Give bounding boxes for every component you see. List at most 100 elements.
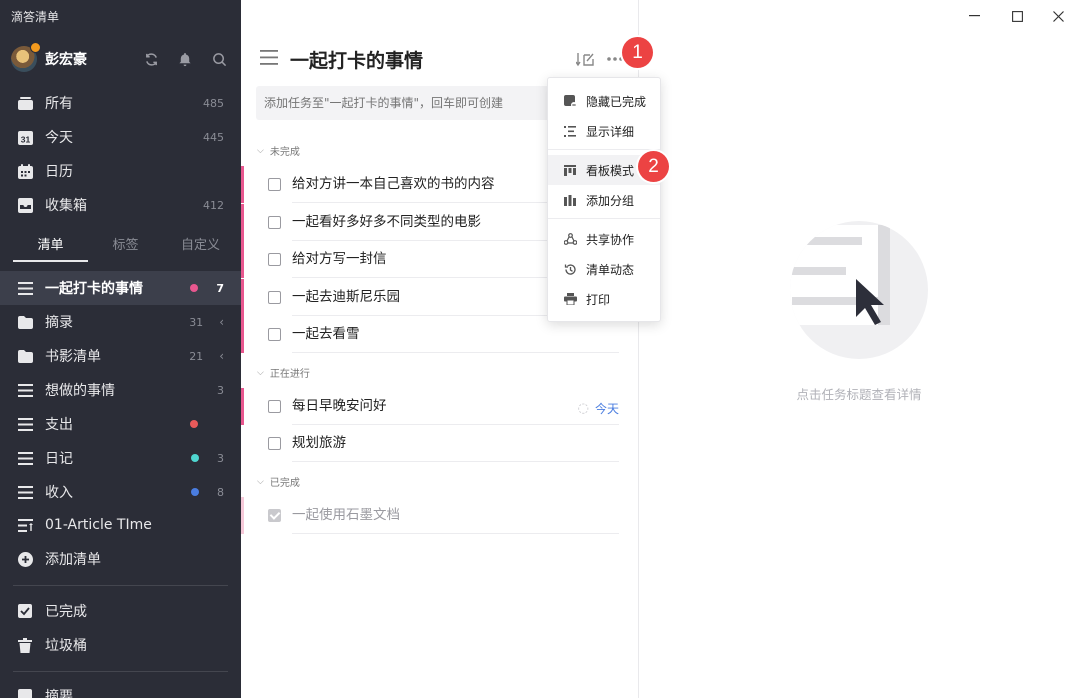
chevron-left-icon[interactable]: ‹ — [219, 349, 224, 363]
section-label: 已完成 — [269, 478, 300, 489]
list-item[interactable]: 日记 3 — [0, 441, 241, 475]
list-label: 摘要 — [45, 689, 73, 698]
priority-bar — [241, 425, 244, 462]
priority-bar — [241, 204, 244, 241]
close-icon[interactable] — [1048, 6, 1068, 26]
tab-tags[interactable]: 标签 — [88, 232, 163, 262]
section-header-incomplete[interactable]: ⌵ 未完成 — [257, 143, 300, 159]
list-sort-icon — [17, 517, 33, 533]
menu-item-label: 显示详细 — [586, 124, 635, 139]
chevron-down-icon: ⌵ — [257, 367, 264, 378]
list-count: 3 — [217, 451, 224, 465]
today-date: 31 — [20, 134, 30, 144]
smart-list-calendar[interactable]: 日历 — [0, 154, 241, 188]
share-collab-icon — [563, 232, 577, 246]
smart-list-label: 日历 — [45, 164, 73, 180]
due-date[interactable]: ◌ 今天 — [578, 400, 619, 417]
task-checkbox[interactable] — [268, 216, 281, 229]
task-checkbox[interactable] — [268, 291, 281, 304]
task-checkbox[interactable] — [268, 437, 281, 450]
bell-icon[interactable] — [168, 47, 202, 71]
menu-toggle-icon[interactable] — [260, 49, 278, 70]
section-header-in-progress[interactable]: ⌵ 正在进行 — [257, 365, 310, 381]
list-color-dot — [190, 420, 198, 428]
menu-item-print[interactable]: 打印 — [548, 284, 660, 314]
smart-list-all[interactable]: 所有 485 — [0, 86, 241, 120]
chevron-left-icon[interactable]: ‹ — [219, 315, 224, 329]
list-color-dot — [190, 284, 199, 292]
list-item[interactable]: 想做的事情 3 — [0, 373, 241, 407]
minimize-icon[interactable] — [964, 6, 984, 26]
task-checkbox[interactable] — [268, 400, 281, 413]
list-color-dot — [191, 454, 199, 462]
priority-bar — [241, 241, 244, 278]
task-checkbox-checked[interactable] — [268, 509, 281, 522]
menu-item-label: 添加分组 — [586, 193, 635, 208]
repeat-icon: ◌ — [577, 401, 589, 416]
task-row[interactable]: 规划旅游 — [241, 425, 619, 462]
list-label: 摘录 — [45, 315, 73, 331]
smart-list-inbox[interactable]: 收集箱 412 — [0, 188, 241, 222]
list-count: 21 — [189, 349, 204, 363]
sync-icon[interactable] — [134, 47, 168, 71]
sort-edit-icon[interactable] — [570, 51, 600, 67]
list-count: 31 — [189, 315, 204, 329]
list-item-folder[interactable]: 摘录 31 ‹ — [0, 305, 241, 339]
sidebar: 滴答清单 彭宏豪 所有 485 31 今天 445 日历 收集箱 412 清单 … — [0, 0, 241, 698]
list-item[interactable]: 支出 — [0, 407, 241, 441]
menu-item-show-details[interactable]: 显示详细 — [548, 116, 660, 146]
task-title[interactable]: 每日早晚安问好 — [292, 388, 619, 425]
trash-list[interactable]: 垃圾桶 — [0, 628, 241, 662]
tab-lists[interactable]: 清单 — [13, 232, 88, 262]
list-label: 01-Article TIme — [45, 517, 152, 533]
list-label: 支出 — [45, 417, 73, 433]
section-label: 正在进行 — [269, 369, 310, 380]
divider — [13, 585, 228, 586]
smart-list-label: 收集箱 — [45, 198, 87, 214]
list-label: 日记 — [45, 451, 73, 467]
task-row-completed[interactable]: 一起使用石墨文档 — [241, 497, 619, 534]
tab-custom[interactable]: 自定义 — [163, 232, 238, 262]
list-item-active[interactable]: 一起打卡的事情 7 — [0, 271, 241, 305]
list-icon — [17, 416, 33, 432]
maximize-icon[interactable] — [1007, 6, 1027, 26]
list-label: 书影清单 — [45, 349, 101, 365]
summary-list[interactable]: 摘要 — [0, 679, 241, 698]
search-icon[interactable] — [202, 47, 236, 71]
task-checkbox[interactable] — [268, 328, 281, 341]
smart-list-today[interactable]: 31 今天 445 — [0, 120, 241, 154]
add-task-input[interactable] — [256, 86, 556, 120]
inbox-stack-icon — [17, 95, 33, 111]
list-count: 8 — [217, 485, 224, 499]
list-item-folder[interactable]: 书影清单 21 ‹ — [0, 339, 241, 373]
menu-item-label: 共享协作 — [586, 232, 635, 247]
user-name[interactable]: 彭宏豪 — [45, 49, 134, 69]
task-checkbox[interactable] — [268, 178, 281, 191]
today-calendar-icon: 31 — [17, 129, 33, 145]
divider — [13, 671, 228, 672]
task-title[interactable]: 规划旅游 — [292, 425, 619, 462]
chevron-down-icon: ⌵ — [257, 476, 264, 487]
user-row: 彭宏豪 — [11, 42, 236, 75]
list-item[interactable]: 收入 8 — [0, 475, 241, 509]
history-icon — [563, 262, 577, 276]
calendar-icon — [17, 163, 33, 179]
section-header-completed[interactable]: ⌵ 已完成 — [257, 474, 300, 490]
task-title[interactable]: 一起使用石墨文档 — [292, 497, 619, 534]
list-label: 已完成 — [45, 604, 87, 620]
due-date-label: 今天 — [594, 402, 619, 416]
more-options-menu: 隐藏已完成 显示详细 看板模式 添加分组 共享协作 清单动态 打印 — [547, 77, 661, 322]
menu-item-activity[interactable]: 清单动态 — [548, 254, 660, 284]
task-row[interactable]: 每日早晚安问好 ◌ 今天 — [241, 388, 619, 425]
menu-item-hide-completed[interactable]: 隐藏已完成 — [548, 86, 660, 116]
menu-item-share[interactable]: 共享协作 — [548, 224, 660, 254]
list-icon — [17, 280, 33, 296]
completed-list[interactable]: 已完成 — [0, 594, 241, 628]
menu-item-label: 看板模式 — [586, 163, 635, 178]
avatar[interactable] — [11, 42, 41, 72]
menu-item-add-section[interactable]: 添加分组 — [548, 185, 660, 215]
task-checkbox[interactable] — [268, 253, 281, 266]
list-item[interactable]: 01-Article TIme — [0, 508, 241, 542]
add-list-button[interactable]: 添加清单 — [0, 542, 241, 576]
trash-icon — [17, 637, 33, 653]
